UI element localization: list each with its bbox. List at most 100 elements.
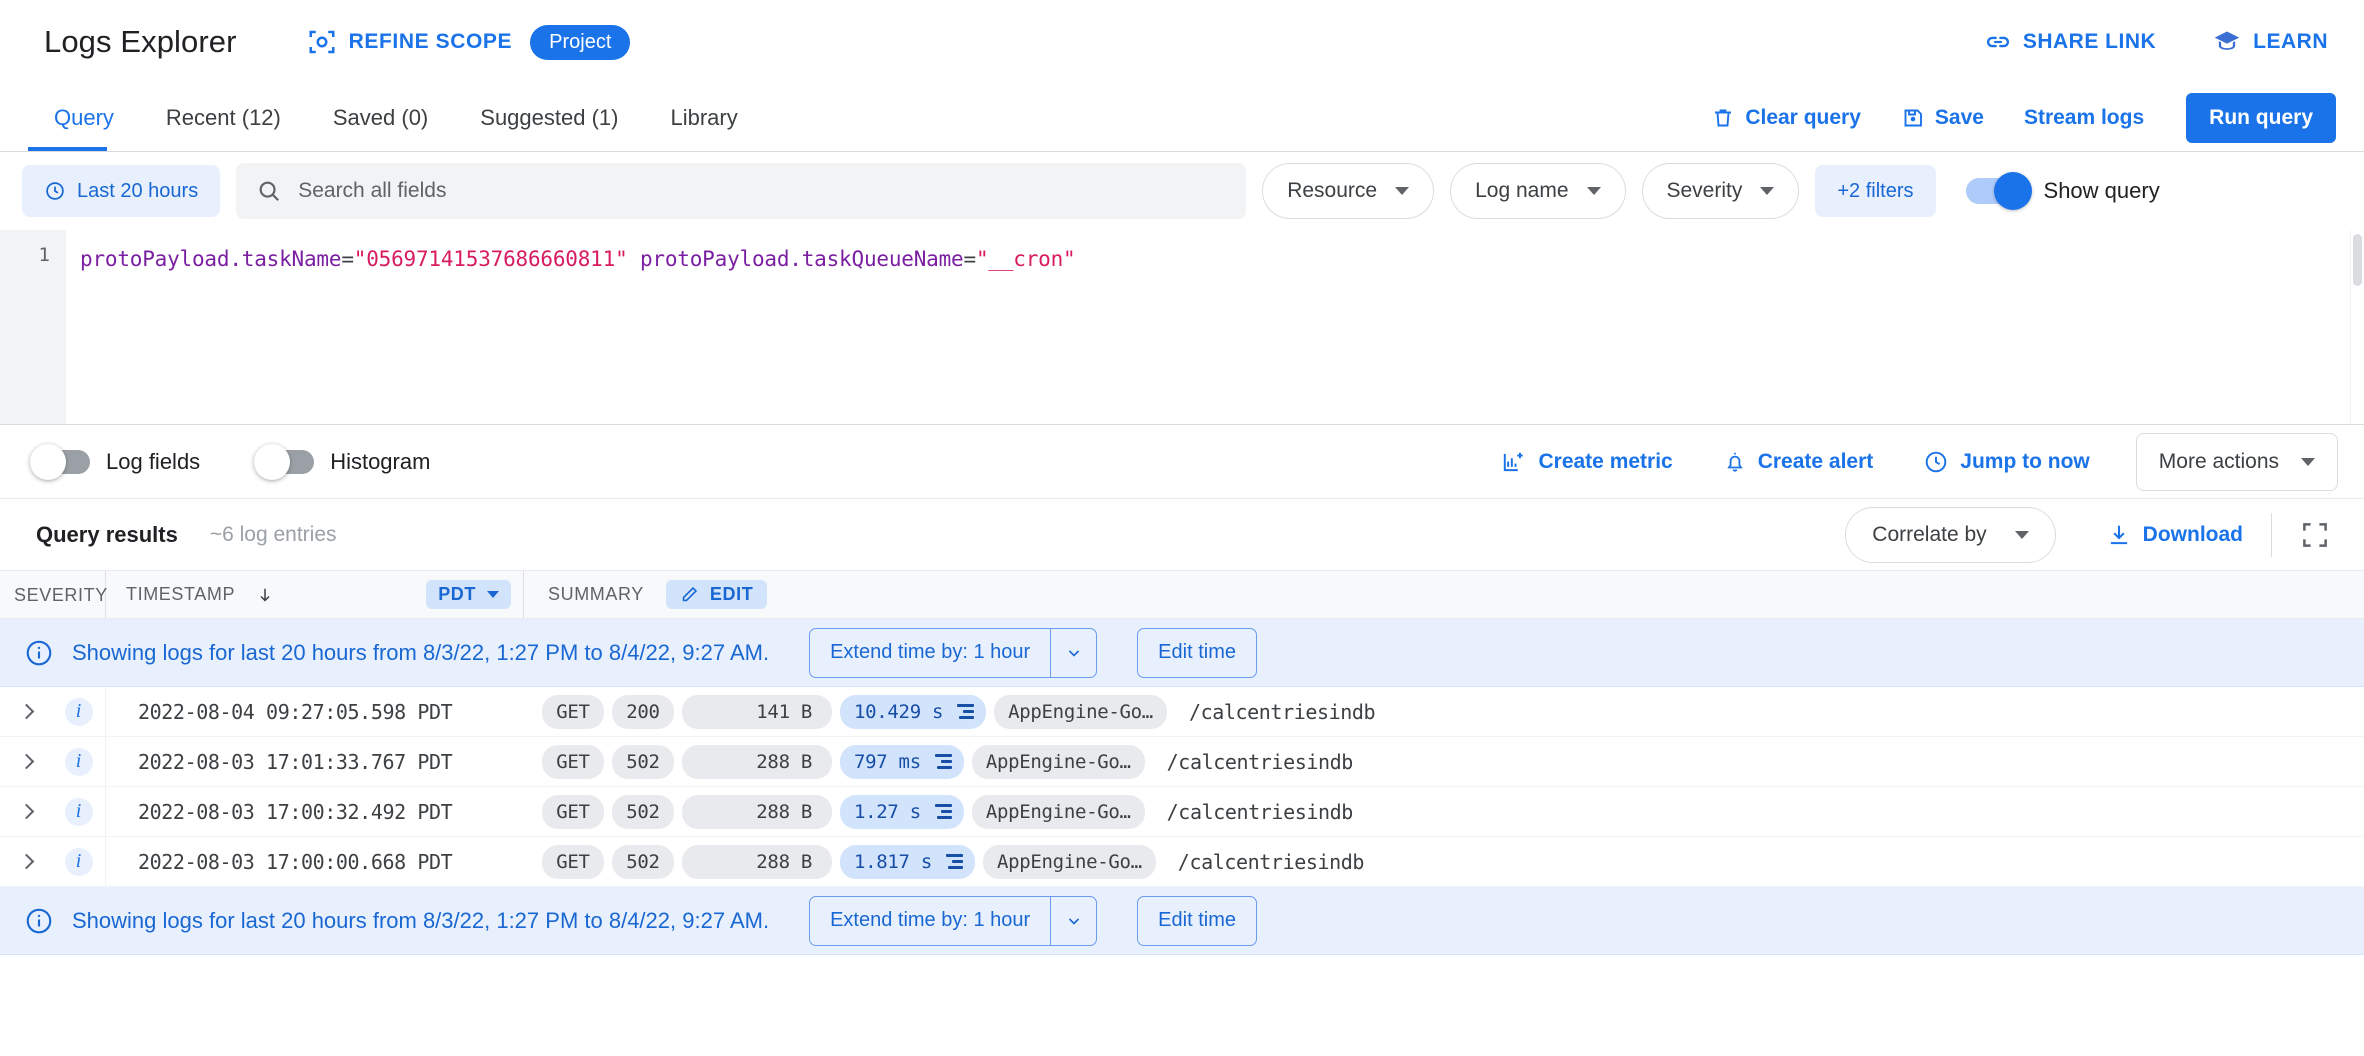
resource-filter-label: Resource — [1287, 179, 1378, 202]
resource-filter[interactable]: Resource — [1262, 163, 1435, 219]
download-label: Download — [2142, 522, 2243, 546]
query-editor[interactable]: 1 protoPayload.taskName="056971415376866… — [0, 230, 2364, 425]
expand-row-button[interactable] — [0, 703, 52, 720]
create-metric-button[interactable]: Create metric — [1501, 449, 1673, 475]
fullscreen-button[interactable] — [2300, 520, 2330, 550]
response-size-pill: 288 B — [682, 844, 832, 879]
create-alert-button[interactable]: Create alert — [1723, 449, 1873, 475]
column-header-timestamp[interactable]: TIMESTAMP PDT — [106, 570, 524, 619]
switch-knob — [1993, 172, 2032, 210]
tab-suggested[interactable]: Suggested (1) — [454, 84, 644, 152]
log-fields-toggle[interactable]: Log fields — [30, 443, 201, 480]
histogram-toggle[interactable]: Histogram — [254, 443, 431, 480]
stream-logs-button[interactable]: Stream logs — [2024, 106, 2144, 130]
search-input[interactable] — [298, 179, 1227, 203]
tab-library[interactable]: Library — [644, 84, 763, 152]
request-path: /calcentriesindb — [1188, 699, 1376, 724]
table-header: SEVERITY TIMESTAMP PDT SUMMARY EDIT — [0, 570, 2364, 619]
table-row[interactable]: i 2022-08-03 17:00:00.668 PDT GET 502 28… — [0, 836, 2364, 887]
scope-chip[interactable]: Project — [530, 24, 631, 60]
show-query-switch[interactable] — [1965, 172, 2032, 210]
chevron-down-icon — [1395, 187, 1410, 195]
sort-descending-icon[interactable] — [255, 585, 275, 605]
log-fields-switch[interactable] — [30, 443, 90, 480]
expand-row-button[interactable] — [0, 753, 52, 770]
extend-time-button-top[interactable]: Extend time by: 1 hour — [809, 627, 1098, 678]
expand-row-button[interactable] — [0, 803, 52, 820]
histogram-label: Histogram — [330, 448, 431, 474]
editor-vertical-scrollbar[interactable] — [2350, 230, 2364, 424]
query-token-op-1: = — [341, 247, 354, 271]
divider — [2271, 512, 2272, 557]
summary-cell: GET 200 141 B 10.429 s AppEngine-Go… /ca… — [524, 694, 1376, 729]
timestamp-cell: 2022-08-04 09:27:05.598 PDT — [138, 699, 453, 724]
switch-knob — [254, 443, 291, 480]
create-metric-label: Create metric — [1538, 449, 1673, 473]
latency-bars-icon — [955, 704, 975, 719]
time-range-banner-top: Showing logs for last 20 hours from 8/3/… — [0, 619, 2364, 687]
column-header-severity[interactable]: SEVERITY — [0, 570, 107, 619]
horizontal-scrollbar[interactable] — [0, 1042, 2364, 1056]
latency-bars-icon — [933, 804, 952, 819]
edit-time-button-top[interactable]: Edit time — [1137, 627, 1257, 678]
table-row[interactable]: i 2022-08-04 09:27:05.598 PDT GET 200 14… — [0, 686, 2364, 737]
severity-cell: i — [52, 786, 106, 837]
edit-summary-button[interactable]: EDIT — [665, 580, 768, 609]
severity-filter[interactable]: Severity — [1641, 163, 1800, 219]
latency-pill: 10.429 s — [840, 694, 987, 729]
severity-info-icon: i — [64, 697, 93, 726]
query-code[interactable]: protoPayload.taskName="05697141537686660… — [66, 230, 2364, 424]
chevron-down-icon — [1586, 187, 1601, 195]
scrollbar-thumb[interactable] — [2353, 234, 2362, 286]
status-code-pill: 502 — [612, 744, 674, 779]
user-agent-pill: AppEngine-Go… — [994, 694, 1167, 729]
more-filters-button[interactable]: +2 filters — [1815, 165, 1936, 217]
download-button[interactable]: Download — [2106, 522, 2243, 548]
clear-query-button[interactable]: Clear query — [1711, 106, 1861, 130]
save-button[interactable]: Save — [1901, 106, 1984, 130]
jump-to-now-button[interactable]: Jump to now — [1923, 449, 2090, 475]
latency-bars-icon — [944, 854, 963, 869]
histogram-switch[interactable] — [254, 443, 315, 480]
extend-time-button-bottom[interactable]: Extend time by: 1 hour — [809, 895, 1098, 946]
expand-row-button[interactable] — [0, 853, 52, 870]
latency-pill: 1.817 s — [840, 844, 975, 879]
edit-time-button-bottom[interactable]: Edit time — [1137, 895, 1257, 946]
extend-time-label: Extend time by: 1 hour — [830, 909, 1031, 931]
learn-button[interactable]: LEARN — [2212, 28, 2328, 56]
clock-icon — [1923, 449, 1949, 475]
time-range-selector[interactable]: Last 20 hours — [22, 165, 221, 217]
page-title: Logs Explorer — [44, 24, 237, 59]
log-fields-label: Log fields — [106, 448, 201, 474]
search-all-fields[interactable] — [236, 163, 1247, 219]
log-name-filter[interactable]: Log name — [1450, 163, 1626, 219]
extend-time-dropdown-icon[interactable] — [1050, 896, 1096, 945]
table-row[interactable]: i 2022-08-03 17:01:33.767 PDT GET 502 28… — [0, 736, 2364, 787]
tab-bar: Query Recent (12) Saved (0) Suggested (1… — [0, 84, 2364, 152]
tab-recent[interactable]: Recent (12) — [140, 84, 307, 152]
http-method-pill: GET — [542, 744, 604, 779]
share-link-button[interactable]: SHARE LINK — [1984, 28, 2156, 56]
more-actions-button[interactable]: More actions — [2135, 432, 2338, 491]
latency-value: 1.817 s — [854, 850, 932, 873]
show-query-toggle[interactable]: Show query — [1965, 172, 2160, 210]
latency-value: 797 ms — [854, 750, 921, 773]
timezone-selector[interactable]: PDT — [426, 580, 511, 609]
time-range-banner-bottom: Showing logs for last 20 hours from 8/3/… — [0, 887, 2364, 955]
extend-time-dropdown-icon[interactable] — [1050, 628, 1096, 677]
banner-text: Showing logs for last 20 hours from 8/3/… — [72, 907, 770, 933]
refine-scope-button[interactable]: REFINE SCOPE Project — [307, 24, 631, 60]
timezone-label: PDT — [438, 584, 476, 604]
learn-label: LEARN — [2253, 30, 2328, 53]
tab-saved[interactable]: Saved (0) — [307, 84, 454, 152]
user-agent-pill: AppEngine-Go… — [982, 844, 1156, 879]
chart-plus-icon — [1501, 449, 1527, 475]
correlate-by-button[interactable]: Correlate by — [1845, 506, 2056, 563]
table-row[interactable]: i 2022-08-03 17:00:32.492 PDT GET 502 28… — [0, 786, 2364, 837]
refine-scope-label: REFINE SCOPE — [348, 30, 513, 53]
tab-query[interactable]: Query — [28, 84, 140, 152]
column-header-summary: SUMMARY EDIT — [524, 571, 768, 619]
run-query-button[interactable]: Run query — [2186, 92, 2336, 143]
trash-icon — [1711, 106, 1735, 130]
info-icon — [24, 638, 54, 668]
